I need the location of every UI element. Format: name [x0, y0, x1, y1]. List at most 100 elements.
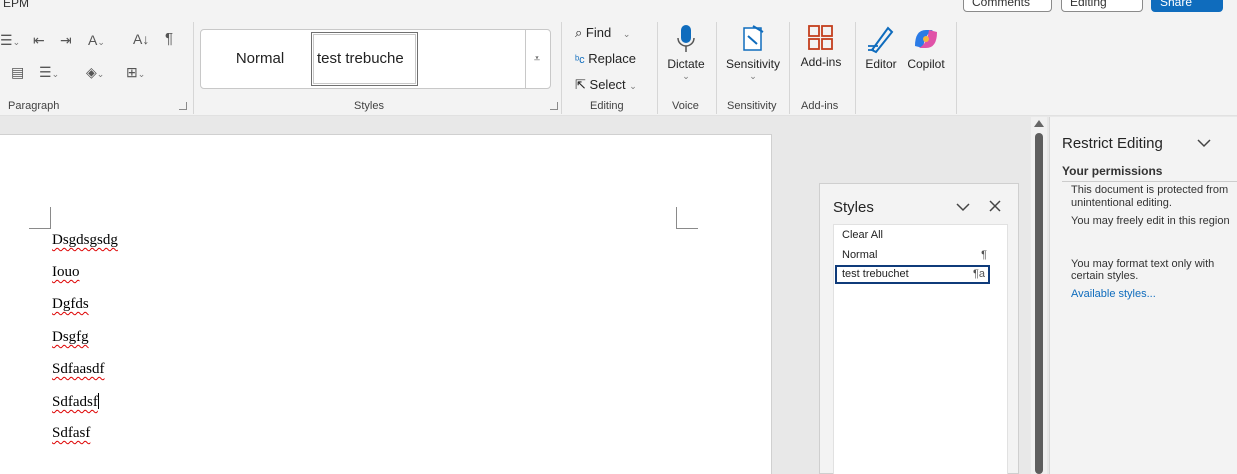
decrease-indent-icon[interactable]: ⇤: [33, 33, 45, 47]
styles-pane: Styles Clear All Normal ¶ test trebuchet…: [819, 183, 1019, 474]
editor-button[interactable]: Editor: [861, 24, 901, 71]
search-icon: ⌕: [575, 25, 583, 40]
divider: [789, 22, 790, 114]
sort-icon[interactable]: A↓: [133, 32, 149, 46]
styles-list: Clear All Normal ¶ test trebuchet ¶a: [833, 224, 1008, 474]
styles-group-label: Styles: [354, 100, 384, 112]
edit-region-text: You may freely edit in this region: [1071, 215, 1230, 227]
scrollbar-thumb[interactable]: [1035, 133, 1043, 474]
ribbon: ☰⌄ ⇤ ⇥ A⌄ A↓ ¶ ▤ ☰⌄ ◈⌄ ⊞⌄ Paragraph Norm…: [0, 16, 1237, 116]
copilot-button[interactable]: Copilot: [904, 24, 948, 71]
style-list-item-selected[interactable]: test trebuchet ¶a: [835, 265, 990, 284]
close-icon[interactable]: [989, 200, 1001, 212]
style-normal-tile[interactable]: Normal: [209, 33, 311, 85]
dictate-button[interactable]: Dictate ⌄: [663, 24, 709, 82]
find-label: Find: [585, 25, 612, 40]
addins-icon: [808, 25, 833, 50]
voice-group-label: Voice: [672, 100, 699, 112]
chevron-down-icon: ⌄: [749, 71, 757, 81]
divider: [561, 22, 562, 114]
copilot-label: Copilot: [907, 57, 945, 71]
select-button[interactable]: ⇱ Select ⌄: [575, 77, 637, 93]
cursor-icon: ⇱: [575, 77, 586, 92]
comments-button[interactable]: Comments: [963, 0, 1052, 12]
scroll-up-arrow[interactable]: [1034, 120, 1044, 127]
justify-icon[interactable]: ▤: [11, 65, 24, 79]
style-list-item[interactable]: Clear All: [835, 226, 990, 245]
text-caret: [97, 393, 99, 409]
styles-launcher-icon[interactable]: [550, 102, 558, 110]
restrict-editing-pane: Restrict Editing Your permissions This d…: [1049, 117, 1237, 474]
line-spacing-icon[interactable]: ☰⌄: [39, 65, 59, 81]
divider: [657, 22, 658, 114]
available-styles-link[interactable]: Available styles...: [1071, 288, 1156, 300]
document-paragraph[interactable]: Dgfds: [52, 296, 89, 313]
increase-indent-icon[interactable]: ⇥: [60, 33, 72, 47]
sensitivity-group-label: Sensitivity: [727, 100, 777, 112]
editing-group-label: Editing: [590, 100, 624, 112]
divider: [1062, 181, 1237, 182]
chevron-down-icon[interactable]: [1196, 138, 1212, 148]
crop-mark: [29, 207, 51, 229]
sensitivity-button[interactable]: Sensitivity ⌄: [722, 22, 784, 82]
replace-button[interactable]: ᵇc Replace: [575, 51, 636, 66]
divider: [716, 22, 717, 114]
replace-icon: ᵇc: [575, 54, 585, 66]
title-bar: EPM Comments Editing Share: [0, 0, 1237, 16]
sensitivity-icon: [743, 25, 764, 51]
protection-text: This document is protected from: [1071, 184, 1229, 196]
chevron-down-icon: ⌄: [629, 81, 637, 91]
addins-label: Add-ins: [800, 55, 842, 69]
permissions-heading: Your permissions: [1062, 164, 1163, 178]
chevron-down-icon: ⌄: [622, 29, 631, 39]
paragraph-launcher-icon[interactable]: [179, 102, 187, 110]
document-paragraph[interactable]: Sdfasf: [52, 425, 90, 442]
divider: [956, 22, 957, 114]
restrict-editing-title: Restrict Editing: [1062, 135, 1163, 152]
format-restriction-text: certain styles.: [1071, 270, 1139, 282]
style-name: Normal: [842, 249, 878, 261]
divider: [193, 22, 194, 114]
copilot-icon: [915, 30, 937, 48]
styles-pane-title: Styles: [833, 199, 874, 216]
style-custom-tile[interactable]: test trebuche: [311, 32, 418, 86]
multilevel-list-icon[interactable]: ☰⌄: [0, 33, 20, 49]
select-label: Select: [589, 77, 626, 92]
vertical-scrollbar[interactable]: [1031, 117, 1047, 474]
editing-mode-button[interactable]: Editing: [1061, 0, 1143, 12]
shading-icon[interactable]: ◈⌄: [86, 65, 104, 81]
show-formatting-icon[interactable]: ¶: [165, 31, 173, 46]
divider: [855, 22, 856, 114]
document-paragraph[interactable]: Sdfaasdf: [52, 361, 105, 378]
chevron-down-icon: ⌄: [682, 71, 690, 81]
editor-pen-icon: [868, 26, 894, 54]
share-button[interactable]: Share: [1151, 0, 1223, 12]
linked-style-icon: ¶a: [972, 268, 985, 280]
document-paragraph[interactable]: Sdfadsf: [52, 393, 99, 411]
styles-gallery: Normal test trebuche ⩡: [200, 29, 551, 89]
styles-more-icon[interactable]: ⩡: [525, 30, 548, 88]
editor-label: Editor: [865, 57, 897, 71]
paragraph-group-label: Paragraph: [8, 100, 60, 112]
title-fragment: EPM: [3, 0, 30, 10]
crop-mark: [676, 207, 698, 229]
dictate-label: Dictate: [667, 57, 705, 71]
style-name: Clear All: [842, 229, 883, 241]
document-paragraph[interactable]: Iouo: [52, 264, 80, 281]
addins-group-label: Add-ins: [801, 100, 839, 112]
protection-text: unintentional editing.: [1071, 197, 1172, 209]
borders-icon[interactable]: ⊞⌄: [126, 65, 145, 81]
microphone-icon: [677, 25, 695, 52]
document-paragraph[interactable]: Dsgfg: [52, 329, 89, 346]
document-paragraph[interactable]: Dsgdsgsdg: [52, 232, 118, 249]
addins-button[interactable]: Add-ins: [797, 24, 845, 69]
paragraph-mark-icon: ¶: [981, 249, 987, 261]
style-name: test trebuchet: [842, 268, 909, 280]
change-case-icon[interactable]: A⌄: [88, 33, 105, 49]
style-list-item[interactable]: Normal ¶: [835, 246, 990, 265]
chevron-down-icon[interactable]: [955, 202, 971, 212]
sensitivity-label: Sensitivity: [725, 57, 781, 71]
find-button[interactable]: ⌕ Find ⌄: [575, 25, 630, 41]
replace-label: Replace: [588, 51, 636, 66]
document-page[interactable]: Dsgdsgsdg Iouo Dgfds Dsgfg Sdfaasdf Sdfa…: [0, 134, 772, 474]
